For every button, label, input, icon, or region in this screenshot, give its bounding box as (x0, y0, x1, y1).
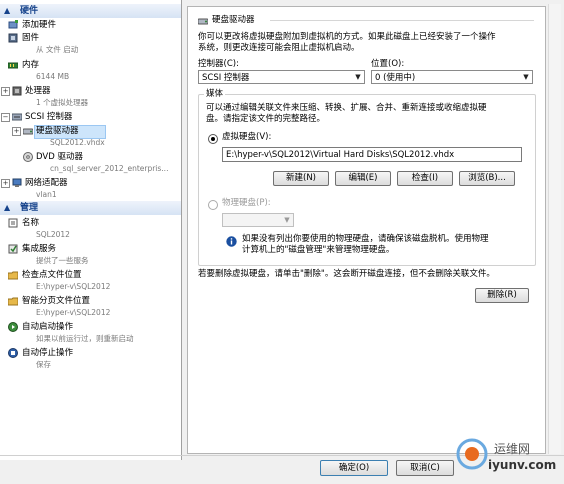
physical-disk-label: 物理硬盘(P): (222, 198, 271, 208)
browse-button[interactable]: 浏览(B)... (459, 171, 515, 186)
virtual-disk-label: 虚拟硬盘(V): (222, 132, 272, 142)
firmware-detail: 从 文件 启动 (36, 45, 79, 54)
info-line-1: 如果没有列出你要使用的物理硬盘，请确保该磁盘脱机。使用物理 (242, 234, 489, 244)
memory-icon (7, 60, 19, 70)
tree-item-add-hardware[interactable]: 添加硬件 (22, 20, 56, 30)
collapse-tree-icon[interactable]: − (1, 113, 10, 122)
title-divider (270, 20, 534, 21)
hard-drive-detail: SQL2012.vhdx (50, 138, 105, 147)
hardware-section-header[interactable]: ▲ 硬件 (0, 4, 181, 18)
tree-item-auto-start[interactable]: 自动启动操作 (22, 322, 73, 332)
media-description-line-1: 可以通过编辑关联文件来压缩、转换、扩展、合并、重新连接或收缩虚拟硬 (206, 103, 487, 113)
controller-select-value: SCSI 控制器 (202, 73, 250, 83)
info-icon (226, 236, 237, 247)
virtual-disk-path-input[interactable]: E:\hyper-v\SQL2012\Virtual Hard Disks\SQ… (222, 147, 522, 162)
tree-item-name[interactable]: 名称 (22, 218, 39, 228)
watermark-text: 运维网 (494, 442, 531, 456)
tree-item-integration-services[interactable]: 集成服务 (22, 244, 56, 254)
edit-button[interactable]: 编辑(E) (335, 171, 391, 186)
collapse-icon: ▲ (4, 6, 11, 15)
tree-item-network-adapter[interactable]: 网络适配器 (25, 178, 68, 188)
virtual-disk-radio[interactable] (208, 134, 218, 144)
scrollbar[interactable] (548, 4, 561, 454)
name-icon (8, 218, 18, 228)
tree-item-memory[interactable]: 内存 (22, 60, 39, 70)
hard-disk-icon (22, 126, 34, 136)
location-select-value: 0 (使用中) (375, 73, 416, 83)
watermark-logo (455, 437, 489, 471)
details-pane: 硬盘驱动器 你可以更改将虚拟硬盘附加到虚拟机的方式。如果此磁盘上已经安装了一个操… (187, 6, 546, 454)
tree-item-paging-location[interactable]: 智能分页文件位置 (22, 296, 90, 306)
dvd-drive-icon (23, 152, 33, 162)
checkpoint-location-detail: E:\hyper-v\SQL2012 (36, 282, 111, 291)
expand-icon[interactable]: + (1, 87, 10, 96)
add-hardware-icon (8, 20, 18, 30)
cancel-button[interactable]: 取消(C) (396, 460, 454, 476)
media-group-label: 媒体 (204, 89, 226, 100)
tree-item-firmware[interactable]: 固件 (22, 33, 39, 43)
description-line-2: 系统，则更改连接可能会阻止虚拟机启动。 (198, 43, 360, 53)
expand-icon[interactable]: + (1, 179, 10, 188)
tree-item-checkpoint-location[interactable]: 检查点文件位置 (22, 270, 82, 280)
physical-disk-select[interactable]: ▼ (222, 213, 294, 227)
network-adapter-detail: vlan1 (36, 190, 57, 199)
management-section-header[interactable]: ▲ 管理 (0, 201, 181, 215)
media-description-line-2: 盘。请指定该文件的完整路径。 (206, 114, 326, 124)
dvd-drive-detail: cn_sql_server_2012_enterpris... (50, 164, 169, 173)
remove-button[interactable]: 删除(R) (475, 288, 529, 303)
controller-select[interactable]: SCSI 控制器 ▼ (198, 70, 365, 84)
firmware-icon (8, 33, 18, 43)
tree-item-dvd-drive[interactable]: DVD 驱动器 (36, 152, 83, 162)
ok-button[interactable]: 确定(O) (320, 460, 388, 476)
inspect-button[interactable]: 检查(I) (397, 171, 453, 186)
network-adapter-icon (12, 178, 22, 188)
memory-detail: 6144 MB (36, 72, 70, 81)
location-label: 位置(O): (371, 59, 405, 69)
integration-services-icon (8, 244, 18, 254)
tree-item-hard-drive[interactable]: 硬盘驱动器 (36, 126, 79, 136)
hard-disk-icon (197, 16, 209, 26)
collapse-icon: ▲ (4, 203, 11, 212)
scsi-controller-icon (11, 112, 23, 122)
tree-item-auto-stop[interactable]: 自动停止操作 (22, 348, 73, 358)
tree-item-processor[interactable]: 处理器 (25, 86, 51, 96)
controller-label: 控制器(C): (198, 59, 239, 69)
chevron-down-icon: ▼ (355, 73, 361, 81)
description-line-1: 你可以更改将虚拟硬盘附加到虚拟机的方式。如果此磁盘上已经安装了一个操作 (198, 32, 496, 42)
hardware-section-label: 硬件 (20, 6, 39, 16)
chevron-down-icon: ▼ (284, 216, 290, 224)
integration-services-detail: 提供了一些服务 (36, 256, 89, 265)
auto-stop-icon (8, 348, 18, 358)
paging-location-detail: E:\hyper-v\SQL2012 (36, 308, 111, 317)
new-button[interactable]: 新建(N) (273, 171, 329, 186)
remove-description: 若要删除虚拟硬盘，请单击"删除"。这会断开磁盘连接，但不会删除关联文件。 (198, 269, 495, 279)
processor-detail: 1 个虚拟处理器 (36, 98, 89, 107)
expand-icon[interactable]: + (12, 127, 21, 136)
watermark-url: iyunv.com (488, 458, 557, 472)
auto-start-detail: 如果以前运行过，则重新启动 (36, 334, 134, 343)
chevron-down-icon: ▼ (523, 73, 529, 81)
auto-stop-detail: 保存 (36, 360, 51, 369)
paging-folder-icon (7, 296, 19, 306)
processor-icon (12, 86, 22, 96)
location-select[interactable]: 0 (使用中) ▼ (371, 70, 533, 84)
settings-tree: ▲ 硬件 添加硬件 固件 从 文件 启动 内存 6144 MB + 处理器 1 … (0, 0, 182, 460)
management-section-label: 管理 (20, 203, 39, 213)
name-detail: SQL2012 (36, 230, 70, 239)
page-title: 硬盘驱动器 (212, 15, 255, 25)
checkpoint-folder-icon (7, 270, 19, 280)
auto-start-icon (8, 322, 18, 332)
tree-item-scsi-controller[interactable]: SCSI 控制器 (25, 112, 72, 122)
physical-disk-radio[interactable] (208, 200, 218, 210)
info-line-2: 计算机上的"磁盘管理"来管理物理硬盘。 (242, 245, 395, 255)
